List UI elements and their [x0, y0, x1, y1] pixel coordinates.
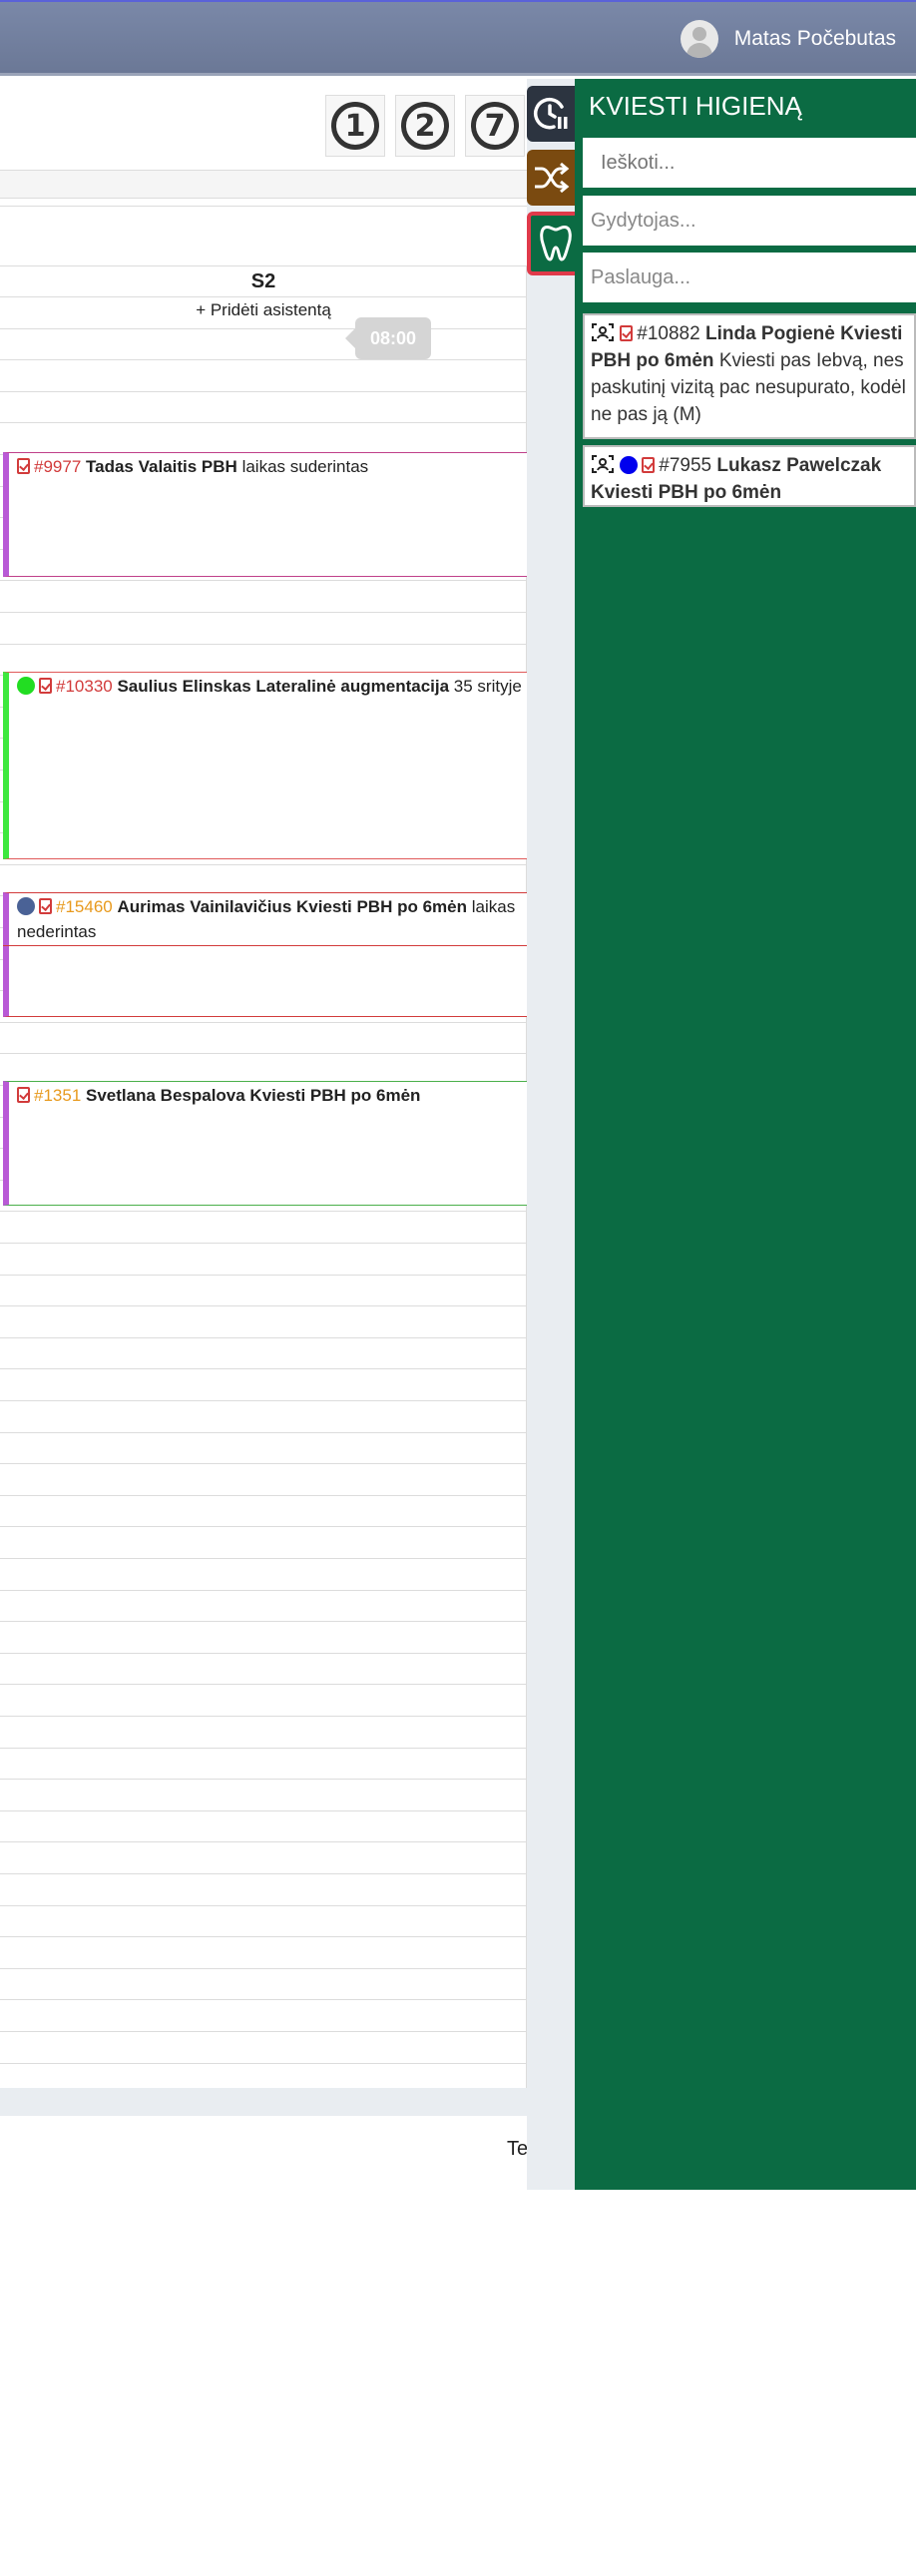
clipboard-check-icon	[39, 678, 52, 694]
grid-line	[0, 422, 527, 424]
grid-line	[0, 1526, 527, 1528]
grid-line	[0, 1967, 527, 1969]
face-scan-icon	[592, 323, 614, 341]
clipboard-check-icon	[642, 457, 656, 473]
grid-line	[0, 1841, 527, 1843]
appointment-card[interactable]: #10330 Saulius Elinskas Lateralinė augme…	[3, 672, 527, 859]
appointment-name: Tadas Valaitis PBH	[86, 457, 237, 476]
clipboard-check-icon	[17, 1087, 30, 1103]
status-dot-icon	[17, 677, 35, 695]
grid-line	[0, 1021, 527, 1023]
column-header: S2	[250, 270, 276, 292]
top-bar: Matas Počebutas	[0, 0, 916, 76]
grid-line	[0, 1873, 527, 1874]
appointment-note: laikas suderintas	[241, 457, 369, 476]
grid-line	[0, 1053, 527, 1055]
grid-line	[0, 1999, 527, 2001]
grid-line	[0, 1621, 527, 1623]
service-filter-field[interactable]: Paslauga...	[583, 253, 916, 302]
add-assistant-link[interactable]: + Pridėti asistentą	[0, 297, 527, 323]
shuffle-icon	[535, 162, 570, 194]
tooth-icon	[540, 225, 572, 261]
appointment-name: Svetlana Bespalova Kviesti PBH po 6mėn	[86, 1086, 421, 1105]
appointment-name: Aurimas Vainilavičius Kviesti PBH po 6mė…	[117, 897, 467, 916]
shuffle-tab-button[interactable]	[527, 150, 575, 206]
grid-line	[0, 2062, 527, 2064]
status-dot-icon	[17, 897, 35, 915]
grid-line	[0, 1336, 527, 1338]
appointment-name: Saulius Elinskas Lateralinė augmentacija	[117, 677, 450, 696]
face-scan-icon	[592, 455, 614, 473]
grid-line	[0, 1904, 527, 1906]
grid-line	[0, 1684, 527, 1686]
patient-card[interactable]: #10882 Linda Pogienė Kviesti PBH po 6mėn…	[583, 313, 916, 439]
appointment-note: 35 srityje	[453, 677, 522, 696]
grid-line	[0, 1652, 527, 1654]
appointment-card[interactable]: #15460 Aurimas Vainilavičius Kviesti PBH…	[3, 892, 527, 1017]
doctor-filter-button-2[interactable]: 2	[395, 95, 455, 157]
grid-line	[0, 1400, 527, 1401]
number-2-icon: 2	[401, 102, 449, 150]
grid-line	[0, 327, 527, 329]
grid-line	[0, 1243, 527, 1244]
grid-line	[0, 1368, 527, 1370]
clipboard-check-icon	[620, 325, 634, 341]
number-7-icon: 7	[471, 102, 519, 150]
avatar	[680, 20, 718, 58]
appointment-id: #15460	[56, 897, 113, 916]
clipboard-check-icon	[17, 458, 30, 474]
clipboard-check-icon	[39, 898, 52, 914]
grid-line	[0, 1463, 527, 1465]
side-tab-column	[527, 79, 575, 2190]
patient-id: #10882	[637, 323, 700, 344]
time-tooltip: 08:00	[345, 317, 431, 359]
appointment-id: #10330	[56, 677, 113, 696]
grid-line	[0, 612, 527, 613]
grid-line	[0, 863, 527, 865]
grid-line	[0, 1558, 527, 1559]
grid-line	[0, 2031, 527, 2032]
doctor-filter-button-7[interactable]: 7	[465, 95, 525, 157]
patient-card[interactable]: #7955 Lukasz Pawelczak Kviesti PBH po 6m…	[583, 445, 916, 507]
clock-pause-icon	[533, 97, 568, 130]
calendar-footer-strip	[0, 2088, 527, 2116]
appointment-id: #9977	[34, 457, 82, 476]
grid-line	[0, 1494, 527, 1496]
grid-line	[0, 1431, 527, 1433]
footer-text: Te	[507, 2138, 529, 2160]
grid-line	[0, 1211, 527, 1213]
grid-line	[0, 1809, 527, 1811]
appointment-card[interactable]: #9977 Tadas Valaitis PBH laikas suderint…	[3, 452, 527, 577]
doctor-filter-field[interactable]: Gydytojas...	[583, 196, 916, 246]
grid-line	[0, 1305, 527, 1307]
user-menu[interactable]: Matas Počebutas	[680, 20, 896, 58]
grid-line	[0, 580, 527, 582]
grid-line	[0, 643, 527, 645]
grid-line	[0, 1716, 527, 1717]
status-dot-icon	[620, 456, 639, 474]
grid-line	[0, 1936, 527, 1938]
panel-title: KVIESTI HIGIENĄ	[589, 91, 802, 121]
toolbar-strip	[0, 170, 527, 198]
patient-id: #7955	[659, 455, 712, 476]
grid-line	[0, 1747, 527, 1749]
search-input[interactable]	[583, 138, 916, 188]
grid-line	[0, 1589, 527, 1591]
grid-line	[0, 1274, 527, 1276]
user-name: Matas Počebutas	[733, 27, 896, 50]
number-1-icon: 1	[331, 102, 379, 150]
doctor-filter-button-1[interactable]: 1	[325, 95, 385, 157]
appointment-card[interactable]: #1351 Svetlana Bespalova Kviesti PBH po …	[3, 1081, 527, 1206]
appointment-id: #1351	[34, 1086, 82, 1105]
grid-line	[0, 359, 527, 361]
grid-line	[0, 1779, 527, 1781]
grid-line	[0, 390, 527, 392]
pending-tab-button[interactable]	[527, 86, 575, 142]
